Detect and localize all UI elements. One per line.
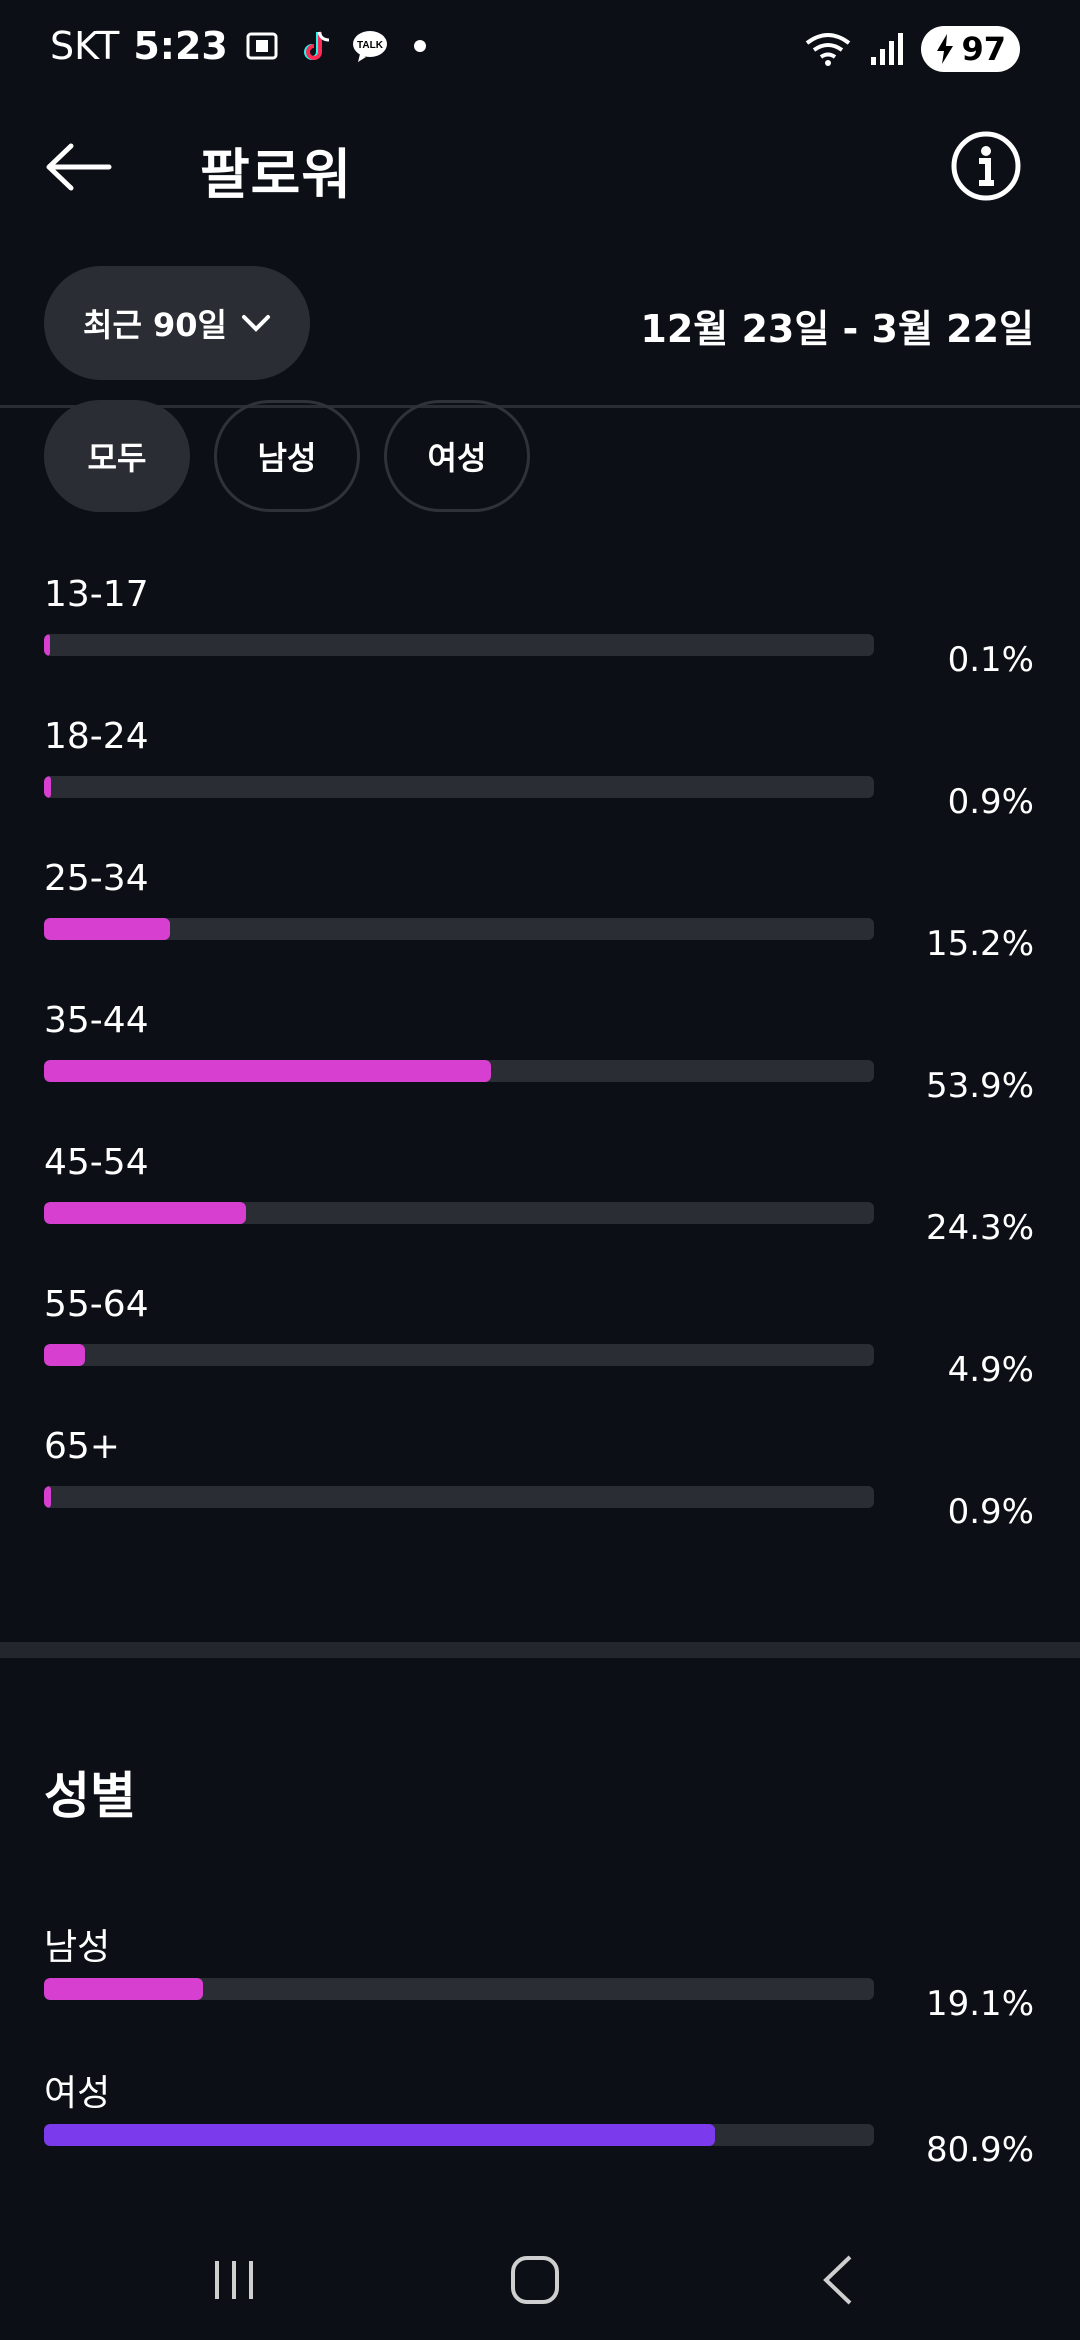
age-group-row: 45-54 24.3% [44,1142,1034,1252]
page-title: 팔로워 [200,143,353,206]
date-range: 12월 23일 - 3월 22일 [640,307,1034,351]
tiktok-icon [303,31,329,60]
age-group-bar-track [44,1486,874,1508]
age-group-bar [44,634,50,656]
age-group-row: 35-44 53.9% [44,1000,1034,1110]
age-group-label: 65+ [44,1426,120,1467]
screenshot-icon [246,32,278,60]
chevron-down-icon [242,315,270,332]
back-chevron-icon [823,2255,852,2305]
gender-label: 여성 [44,2073,111,2114]
gender-label: 남성 [44,1927,111,1968]
age-group-bar-track [44,1344,874,1366]
gender-bar-track [44,2124,874,2146]
age-group-value: 0.9% [947,1492,1034,1532]
app-header: 팔로워 [0,110,1080,220]
clock: 5:23 [133,24,228,68]
system-back-button[interactable] [788,2240,888,2320]
age-group-row: 65+ 0.9% [44,1426,1034,1536]
system-nav-bar [0,2220,1080,2340]
age-group-row: 55-64 4.9% [44,1284,1034,1394]
gender-bar [44,2124,716,2146]
age-group-bar [44,1344,85,1366]
age-group-bar [44,1060,492,1082]
info-button[interactable] [948,128,1024,204]
age-group-bar [44,918,171,940]
age-group-label: 18-24 [44,716,149,757]
kakaotalk-icon: TALK [352,31,387,62]
period-dropdown[interactable]: 최근 90일 [44,266,310,380]
notification-dot [413,40,426,52]
age-group-value: 0.1% [947,640,1034,680]
age-group-bar-track [44,918,874,940]
age-group-bar [44,1486,52,1508]
age-group-value: 15.2% [925,924,1034,964]
tab-all[interactable]: 모두 [44,400,190,512]
gender-bar [44,1978,203,2000]
gender-value: 19.1% [925,1984,1034,2024]
wifi-icon [806,33,851,66]
gender-section-title: 성별 [44,1767,136,1825]
recent-apps-icon [215,2261,253,2299]
age-group-row: 25-34 15.2% [44,858,1034,968]
age-group-value: 4.9% [947,1350,1034,1390]
age-group-bar-track [44,1202,874,1224]
age-group-bar-track [44,1060,874,1082]
age-group-value: 53.9% [925,1066,1034,1106]
recent-apps-button[interactable] [184,2240,284,2320]
age-group-bar-track [44,776,874,798]
home-button[interactable] [485,2240,585,2320]
age-group-bar-track [44,634,874,656]
age-group-label: 13-17 [44,574,149,615]
age-group-label: 25-34 [44,858,149,899]
svg-text:TALK: TALK [357,40,384,51]
arrow-left-icon [46,143,112,191]
gender-value: 80.9% [925,2130,1034,2170]
home-icon [511,2256,559,2304]
section-divider [0,1642,1080,1658]
age-group-bar [44,1202,246,1224]
period-label: 최근 90일 [83,306,227,344]
carrier-label: SKT [50,24,120,68]
screen: { "status_bar": { "carrier": "SKT", "tim… [0,0,1080,2340]
status-bar: SKT 5:23 TALK 97 [0,0,1080,100]
gender-row: 남성 19.1% [44,1918,1034,2028]
age-group-label: 45-54 [44,1142,149,1183]
age-group-row: 13-17 0.1% [44,574,1034,684]
gender-filter-tabs: 모두 남성 여성 [44,400,530,512]
tab-female[interactable]: 여성 [384,400,530,512]
gender-row: 여성 80.9% [44,2064,1034,2174]
signal-icon [871,33,904,65]
battery-indicator: 97 [921,26,1020,72]
age-group-row: 18-24 0.9% [44,716,1034,826]
charging-bolt-icon [937,34,954,64]
gender-bar-track [44,1978,874,2000]
battery-level: 97 [961,30,1006,68]
age-group-bar [44,776,52,798]
age-group-label: 55-64 [44,1284,149,1325]
tab-male[interactable]: 남성 [214,400,360,512]
age-group-value: 0.9% [947,782,1034,822]
info-icon [951,131,1021,201]
age-group-label: 35-44 [44,1000,149,1041]
age-group-value: 24.3% [925,1208,1034,1248]
back-button[interactable] [44,132,114,202]
